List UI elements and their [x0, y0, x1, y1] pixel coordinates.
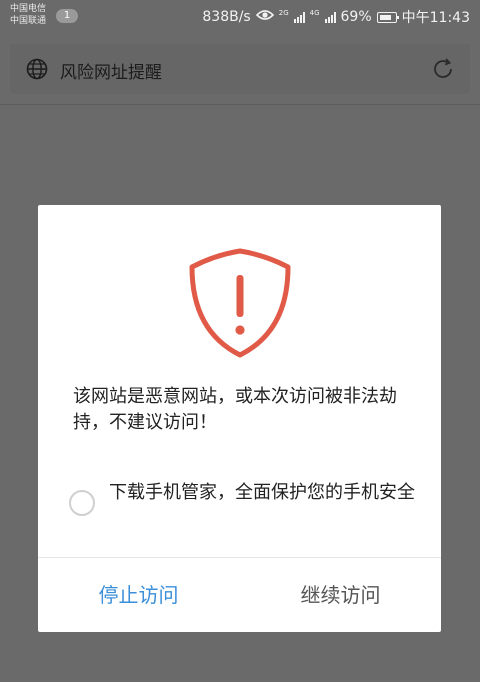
status-indicators: 838B/s 2G 4G 69% 中午11:43 [202, 7, 470, 27]
globe-icon [26, 58, 48, 84]
notification-badge: 1 [56, 9, 78, 23]
shield-exclamation-icon [185, 243, 295, 367]
signal-1-type: 2G [278, 8, 289, 17]
battery-percent: 69% [340, 9, 372, 25]
option-radio[interactable] [69, 490, 95, 516]
continue-visit-button[interactable]: 继续访问 [240, 558, 441, 632]
signal-2-type: 4G [309, 8, 320, 17]
risk-warning-dialog: 该网站是恶意网站，或本次访问被非法劫持，不建议访问！ 下载手机管家，全面保护您的… [38, 205, 441, 632]
carrier-labels: 中国电信 中国联通 [10, 3, 46, 27]
carrier-1: 中国电信 [10, 4, 47, 14]
status-bar: 中国电信 中国联通 1 838B/s 2G 4G 69% 中午11:43 [0, 0, 480, 34]
net-speed: 838B/s [202, 9, 251, 25]
stop-visit-button[interactable]: 停止访问 [38, 558, 239, 632]
signal-1-icon [293, 11, 305, 23]
install-manager-option[interactable]: 下载手机管家，全面保护您的手机安全 [69, 480, 419, 534]
battery-icon [376, 11, 399, 23]
option-label: 下载手机管家，全面保护您的手机安全 [109, 482, 415, 503]
page-title: 风险网址提醒 [60, 63, 162, 83]
refresh-icon[interactable] [430, 56, 456, 86]
eye-icon [255, 9, 274, 25]
url-bar: 风险网址提醒 [10, 44, 470, 94]
warning-message: 该网站是恶意网站，或本次访问被非法劫持，不建议访问！ [73, 386, 397, 433]
clock: 中午11:43 [401, 10, 470, 26]
carrier-2: 中国联通 [10, 16, 47, 26]
signal-2-icon [324, 11, 336, 23]
header-divider [0, 104, 480, 105]
